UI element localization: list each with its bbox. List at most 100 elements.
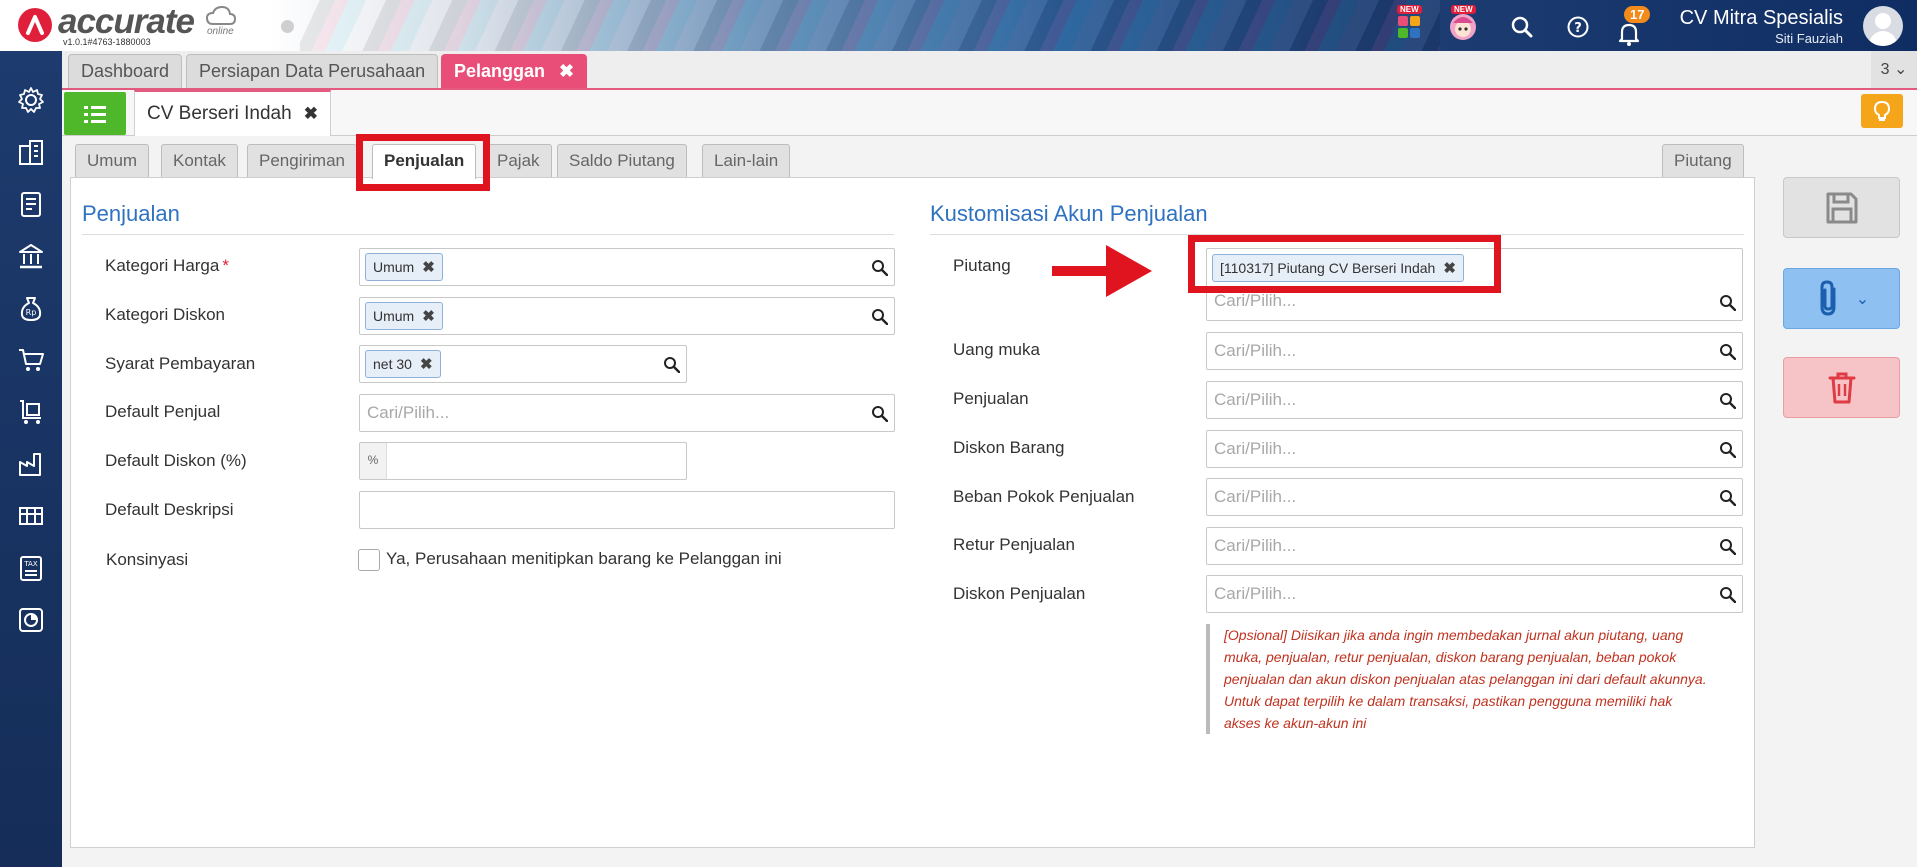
sidebar: Rp TAX <box>0 51 62 867</box>
save-button[interactable] <box>1783 177 1900 238</box>
remove-tag-icon[interactable]: ✖ <box>420 356 433 373</box>
label-syarat-pembayaran: Syarat Pembayaran <box>105 354 256 373</box>
building-icon[interactable] <box>16 137 46 167</box>
tag-label: Umum <box>373 259 415 275</box>
syarat-pembayaran-select[interactable]: net 30 ✖ <box>359 345 687 383</box>
tab-persiapan-data[interactable]: Persiapan Data Perusahaan <box>186 54 439 88</box>
tab-label: Saldo Piutang <box>569 151 675 170</box>
selected-tag: net 30 ✖ <box>365 350 441 378</box>
factory-icon[interactable] <box>16 449 46 479</box>
tab-kontak[interactable]: Kontak <box>161 144 238 177</box>
attachment-button[interactable]: ⌄ <box>1783 268 1900 329</box>
list-view-button[interactable] <box>64 92 126 135</box>
help-icon[interactable]: ? <box>1563 12 1593 42</box>
uang-muka-select[interactable]: Cari/Pilih... <box>1206 332 1743 370</box>
cart-icon[interactable] <box>16 345 46 375</box>
header-texture <box>300 0 1440 51</box>
placeholder: Cari/Pilih... <box>1214 390 1297 409</box>
tab-label: Pelanggan <box>454 61 546 81</box>
tab-piutang[interactable]: Piutang <box>1662 144 1744 177</box>
label-kategori-diskon: Kategori Diskon <box>105 305 226 324</box>
delete-button[interactable] <box>1783 357 1900 418</box>
logo-icon[interactable] <box>18 8 52 42</box>
list-icon <box>84 105 106 123</box>
konsinyasi-checkbox[interactable] <box>358 549 380 571</box>
search-icon[interactable] <box>1719 489 1736 506</box>
close-icon[interactable]: ✖ <box>304 104 318 123</box>
tab-pengiriman[interactable]: Pengiriman <box>247 144 357 177</box>
tab-label: Penjualan <box>384 151 465 170</box>
default-deskripsi-input[interactable] <box>359 491 895 529</box>
bell-icon[interactable] <box>1614 19 1644 49</box>
ledger-icon[interactable] <box>16 189 46 219</box>
tab-label: Lain-lain <box>714 151 779 170</box>
tab-umum[interactable]: Umum <box>75 144 150 177</box>
tab-pelanggan[interactable]: Pelanggan ✖ <box>441 54 588 88</box>
section-title-kustomisasi: Kustomisasi Akun Penjualan <box>930 201 1208 226</box>
tips-button[interactable] <box>1861 94 1903 128</box>
status-dot <box>281 20 294 33</box>
chevron-down-icon[interactable]: ⌄ <box>1856 289 1869 308</box>
report-icon[interactable] <box>16 605 46 635</box>
search-icon[interactable] <box>1719 343 1736 360</box>
beban-pokok-select[interactable]: Cari/Pilih... <box>1206 478 1743 516</box>
search-icon[interactable] <box>1719 392 1736 409</box>
label-default-deskripsi: Default Deskripsi <box>105 500 234 519</box>
tab-label: Pengiriman <box>259 151 345 170</box>
remove-tag-icon[interactable]: ✖ <box>422 259 435 276</box>
brand-name[interactable]: accurate <box>58 2 195 42</box>
search-icon[interactable] <box>663 356 680 373</box>
warehouse-icon[interactable] <box>16 501 46 531</box>
tab-lain-lain[interactable]: Lain-lain <box>702 144 791 177</box>
close-icon[interactable]: ✖ <box>559 61 574 81</box>
search-icon[interactable] <box>1719 586 1736 603</box>
gear-icon[interactable] <box>16 85 46 115</box>
delivery-cart-icon[interactable] <box>16 397 46 427</box>
selected-tag: Umum ✖ <box>365 253 443 281</box>
diskon-penjualan-select[interactable]: Cari/Pilih... <box>1206 575 1743 613</box>
search-icon[interactable] <box>871 405 888 422</box>
search-icon[interactable] <box>871 259 888 276</box>
tab-pajak[interactable]: Pajak <box>485 144 552 177</box>
user-avatar[interactable] <box>1863 6 1903 46</box>
remove-tag-icon[interactable]: ✖ <box>422 308 435 325</box>
tab-label: Piutang <box>1674 151 1732 170</box>
cloud-icon <box>205 5 237 25</box>
record-bar: CV Berseri Indah ✖ <box>62 90 1917 136</box>
penjualan-select[interactable]: Cari/Pilih... <box>1206 381 1743 419</box>
search-icon[interactable] <box>1719 538 1736 555</box>
label-kategori-harga: Kategori Harga * <box>105 256 229 276</box>
search-icon[interactable] <box>1719 441 1736 458</box>
apps-grid-icon[interactable]: NEW <box>1394 5 1424 42</box>
required-marker: * <box>222 256 229 275</box>
search-icon[interactable] <box>1507 12 1537 42</box>
search-icon[interactable] <box>871 308 888 325</box>
kategori-diskon-select[interactable]: Umum ✖ <box>359 297 895 335</box>
label-penjualan: Penjualan <box>953 389 1029 408</box>
placeholder: Cari/Pilih... <box>1214 341 1297 360</box>
kategori-harga-select[interactable]: Umum ✖ <box>359 248 895 286</box>
note-line: Untuk dapat terpilih ke dalam transaksi,… <box>1224 693 1673 709</box>
red-arrow-icon <box>1052 245 1152 297</box>
search-icon[interactable] <box>1719 294 1736 311</box>
bank-icon[interactable] <box>16 241 46 271</box>
diskon-barang-select[interactable]: Cari/Pilih... <box>1206 430 1743 468</box>
default-diskon-input[interactable]: % <box>359 442 687 480</box>
default-penjual-select[interactable]: Cari/Pilih... <box>359 394 895 432</box>
tax-icon[interactable]: TAX <box>16 553 46 583</box>
money-bag-icon[interactable]: Rp <box>16 293 46 323</box>
tab-penjualan[interactable]: Penjualan <box>372 144 477 179</box>
konsinyasi-checkbox-label[interactable]: Ya, Perusahaan menitipkan barang ke Pela… <box>386 549 782 569</box>
record-tab[interactable]: CV Berseri Indah ✖ <box>134 90 331 136</box>
placeholder: Cari/Pilih... <box>1214 291 1297 310</box>
company-name[interactable]: CV Mitra Spesialis <box>1680 7 1843 30</box>
assistant-avatar-icon[interactable]: NEW <box>1448 5 1478 42</box>
label-retur-penjualan: Retur Penjualan <box>953 535 1075 554</box>
tab-counter-dropdown[interactable]: 3 ⌄ <box>1871 51 1917 88</box>
tab-label: Dashboard <box>81 61 170 81</box>
top-bar: accurate online v1.0.1#4763-1880003 NEW … <box>0 0 1917 51</box>
retur-penjualan-select[interactable]: Cari/Pilih... <box>1206 527 1743 565</box>
tab-saldo-piutang[interactable]: Saldo Piutang <box>557 144 687 177</box>
section-title-penjualan: Penjualan <box>82 201 180 226</box>
tab-dashboard[interactable]: Dashboard <box>68 54 183 88</box>
